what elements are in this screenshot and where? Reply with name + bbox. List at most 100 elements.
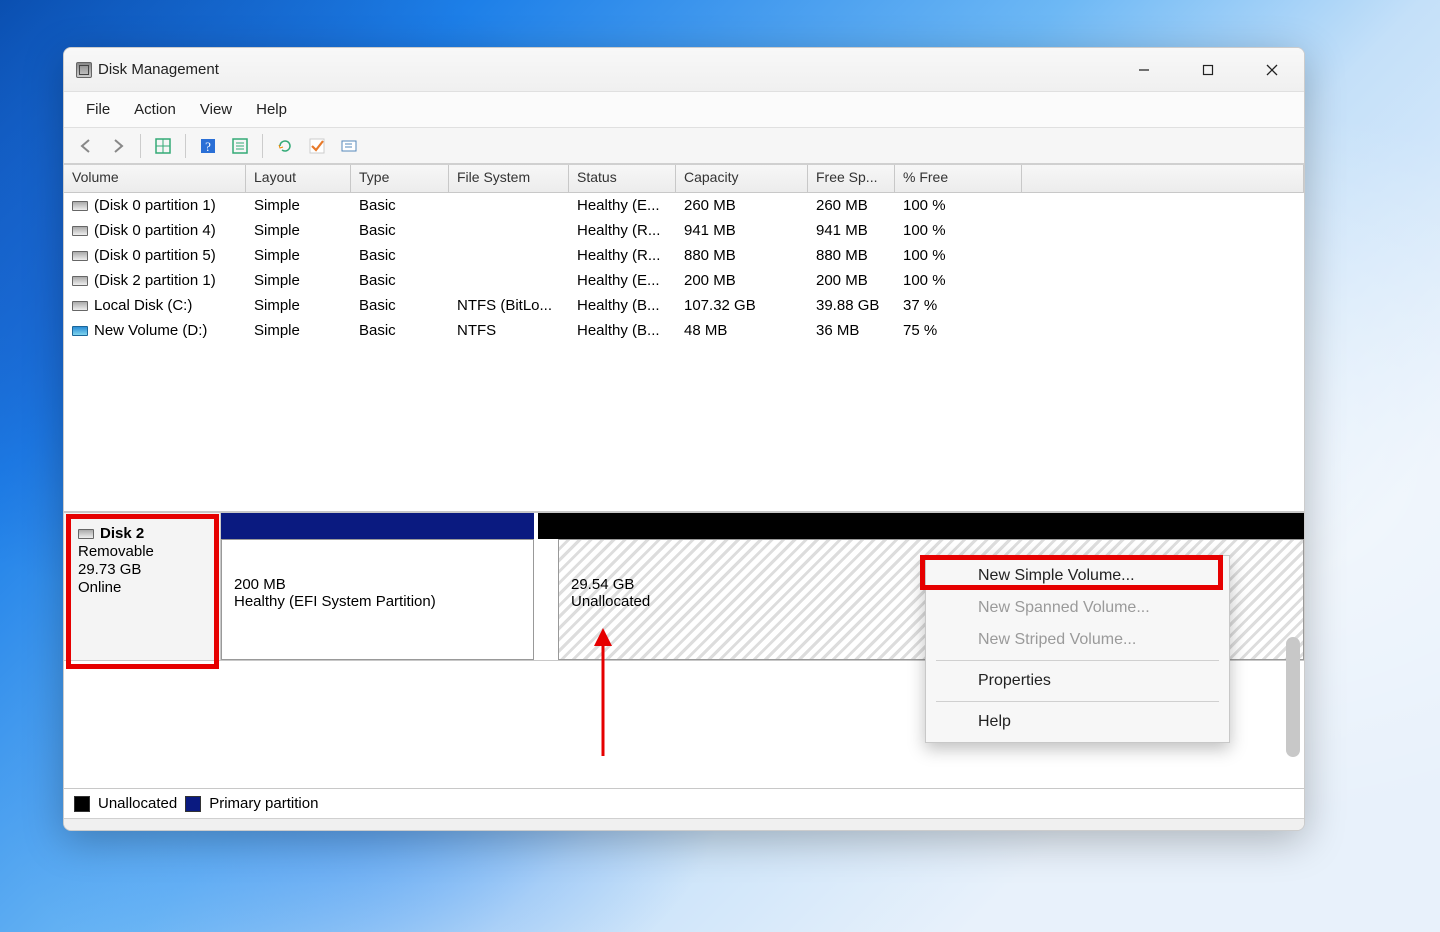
- volume-table-body: (Disk 0 partition 1) Simple Basic Health…: [64, 193, 1304, 511]
- highlight-box-disk: [66, 514, 219, 669]
- column-layout[interactable]: Layout: [246, 165, 351, 192]
- scrollbar-vertical[interactable]: [1286, 637, 1300, 757]
- menu-item-new-spanned-volume: New Spanned Volume...: [926, 592, 1229, 624]
- help-icon: ?: [199, 137, 217, 155]
- menu-item-new-striped-volume: New Striped Volume...: [926, 624, 1229, 656]
- menu-item-properties[interactable]: Properties: [926, 665, 1229, 697]
- help-button[interactable]: ?: [194, 132, 222, 160]
- cell-capacity: 260 MB: [676, 197, 808, 214]
- cell-pct-free: 100 %: [895, 222, 1022, 239]
- column-capacity[interactable]: Capacity: [676, 165, 808, 192]
- disk-icon: [72, 326, 88, 336]
- table-row[interactable]: New Volume (D:) Simple Basic NTFS Health…: [64, 318, 1304, 343]
- cell-capacity: 48 MB: [676, 322, 808, 339]
- menu-view[interactable]: View: [188, 97, 244, 122]
- cell-free-space: 880 MB: [808, 247, 895, 264]
- list-icon: [231, 137, 249, 155]
- forward-icon: [109, 137, 127, 155]
- maximize-button[interactable]: [1176, 48, 1240, 92]
- disk-icon: [72, 226, 88, 236]
- partition-header-unallocated: [538, 513, 1304, 539]
- cell-status: Healthy (E...: [569, 197, 676, 214]
- menu-action[interactable]: Action: [122, 97, 188, 122]
- cell-capacity: 880 MB: [676, 247, 808, 264]
- menubar: File Action View Help: [64, 92, 1304, 128]
- legend-unallocated: Unallocated: [98, 795, 177, 812]
- grid-icon: [154, 137, 172, 155]
- cell-pct-free: 75 %: [895, 322, 1022, 339]
- table-row[interactable]: (Disk 2 partition 1) Simple Basic Health…: [64, 268, 1304, 293]
- table-row[interactable]: (Disk 0 partition 5) Simple Basic Health…: [64, 243, 1304, 268]
- cell-layout: Simple: [246, 297, 351, 314]
- toolbar: ?: [64, 128, 1304, 164]
- refresh-icon: [276, 137, 294, 155]
- app-icon: [76, 62, 92, 78]
- menu-file[interactable]: File: [74, 97, 122, 122]
- context-menu: New Simple Volume... New Spanned Volume.…: [925, 555, 1230, 743]
- cell-free-space: 941 MB: [808, 222, 895, 239]
- close-button[interactable]: [1240, 48, 1304, 92]
- legend-swatch-primary: [185, 796, 201, 812]
- cell-filesystem: NTFS: [449, 322, 569, 339]
- partition-desc: Healthy (EFI System Partition): [234, 593, 521, 610]
- column-status[interactable]: Status: [569, 165, 676, 192]
- check-button[interactable]: [303, 132, 331, 160]
- settings-button[interactable]: [335, 132, 363, 160]
- minimize-button[interactable]: [1112, 48, 1176, 92]
- cell-status: Healthy (R...: [569, 247, 676, 264]
- menu-separator: [936, 660, 1219, 661]
- cell-layout: Simple: [246, 247, 351, 264]
- cell-volume: (Disk 0 partition 5): [94, 247, 216, 264]
- cell-filesystem: NTFS (BitLo...: [449, 297, 569, 314]
- partition-header-primary: [221, 513, 534, 539]
- cell-type: Basic: [351, 322, 449, 339]
- cell-status: Healthy (B...: [569, 322, 676, 339]
- cell-pct-free: 100 %: [895, 247, 1022, 264]
- legend-swatch-unallocated: [74, 796, 90, 812]
- menu-item-help[interactable]: Help: [926, 706, 1229, 738]
- cell-status: Healthy (E...: [569, 272, 676, 289]
- column-type[interactable]: Type: [351, 165, 449, 192]
- column-pct-free[interactable]: % Free: [895, 165, 1022, 192]
- volume-table: Volume Layout Type File System Status Ca…: [64, 164, 1304, 511]
- back-icon: [77, 137, 95, 155]
- action-list-button[interactable]: [226, 132, 254, 160]
- show-hide-console-button[interactable]: [149, 132, 177, 160]
- cell-free-space: 39.88 GB: [808, 297, 895, 314]
- cell-type: Basic: [351, 197, 449, 214]
- table-row[interactable]: (Disk 0 partition 4) Simple Basic Health…: [64, 218, 1304, 243]
- disk-icon: [72, 251, 88, 261]
- settings-icon: [340, 137, 358, 155]
- menu-separator: [936, 701, 1219, 702]
- cell-layout: Simple: [246, 322, 351, 339]
- column-filesystem[interactable]: File System: [449, 165, 569, 192]
- menu-help[interactable]: Help: [244, 97, 299, 122]
- cell-layout: Simple: [246, 197, 351, 214]
- cell-volume: Local Disk (C:): [94, 297, 192, 314]
- partition-size: 200 MB: [234, 576, 521, 593]
- cell-free-space: 260 MB: [808, 197, 895, 214]
- arrow-annotation: [588, 628, 618, 758]
- minimize-icon: [1138, 64, 1150, 76]
- partition-efi[interactable]: 200 MB Healthy (EFI System Partition): [221, 539, 534, 660]
- cell-pct-free: 100 %: [895, 197, 1022, 214]
- cell-volume: (Disk 0 partition 1): [94, 197, 216, 214]
- titlebar: Disk Management: [64, 48, 1304, 92]
- cell-type: Basic: [351, 222, 449, 239]
- back-button[interactable]: [72, 132, 100, 160]
- cell-status: Healthy (R...: [569, 222, 676, 239]
- column-volume[interactable]: Volume: [64, 165, 246, 192]
- forward-button[interactable]: [104, 132, 132, 160]
- disk-icon: [72, 276, 88, 286]
- cell-volume: (Disk 0 partition 4): [94, 222, 216, 239]
- disk-icon: [72, 201, 88, 211]
- refresh-button[interactable]: [271, 132, 299, 160]
- table-row[interactable]: (Disk 0 partition 1) Simple Basic Health…: [64, 193, 1304, 218]
- cell-type: Basic: [351, 297, 449, 314]
- table-row[interactable]: Local Disk (C:) Simple Basic NTFS (BitLo…: [64, 293, 1304, 318]
- column-free-space[interactable]: Free Sp...: [808, 165, 895, 192]
- arrow-up-icon: [588, 628, 618, 758]
- highlight-box-menu-item: [920, 555, 1223, 590]
- cell-capacity: 107.32 GB: [676, 297, 808, 314]
- cell-type: Basic: [351, 272, 449, 289]
